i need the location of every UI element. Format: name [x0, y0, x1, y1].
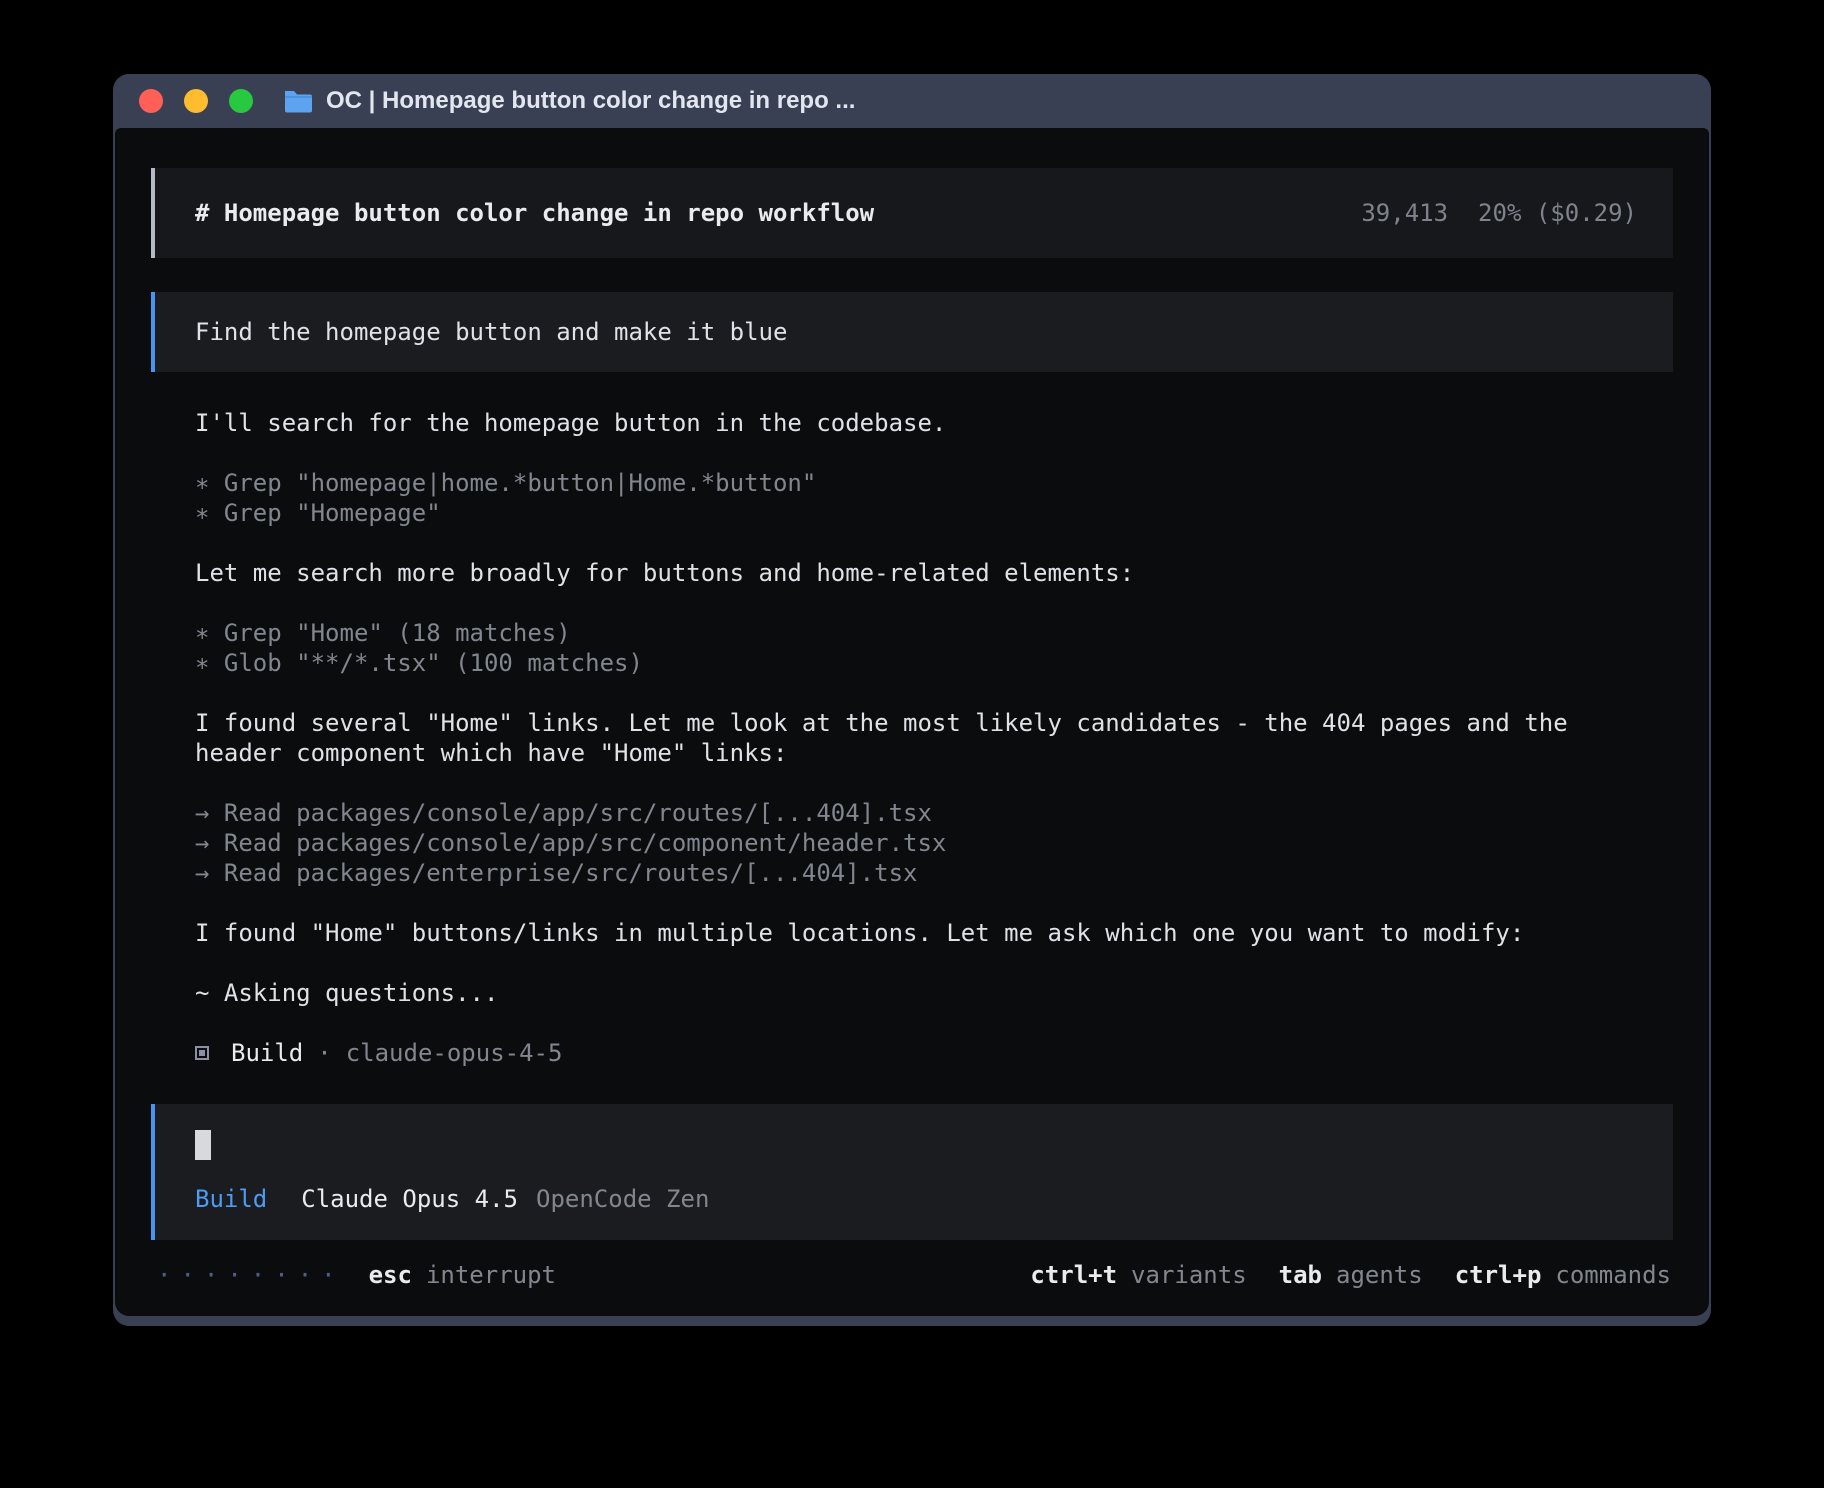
assistant-text: Let me search more broadly for buttons a… [195, 558, 1673, 588]
shortcut-label-commands: commands [1555, 1260, 1671, 1290]
shortcut-key-tab: tab [1279, 1260, 1322, 1290]
prompt-input[interactable]: Build Claude Opus 4.5 OpenCode Zen [151, 1104, 1673, 1240]
session-title: # Homepage button color change in repo w… [195, 198, 874, 228]
agent-status-line: Build · claude-opus-4-5 [195, 1038, 1673, 1068]
tool-call-group: → Read packages/console/app/src/routes/[… [195, 798, 1673, 888]
shortcut-agents: tab agents [1279, 1260, 1423, 1290]
shortcut-key-esc: esc [369, 1260, 412, 1290]
assistant-text: I'll search for the homepage button in t… [195, 408, 1673, 438]
window-title: OC | Homepage button color change in rep… [326, 87, 855, 115]
tool-call-read: → Read packages/console/app/src/componen… [195, 828, 1673, 858]
provider-label: OpenCode Zen [536, 1184, 709, 1214]
session-stats: 39,413 20% ($0.29) [1361, 198, 1637, 228]
tool-call-grep: ∗ Grep "Homepage" [195, 498, 1673, 528]
statusbar-shortcuts: ctrl+t variants tab agents ctrl+p comman… [998, 1260, 1671, 1290]
tool-call-read: → Read packages/enterprise/src/routes/[.… [195, 858, 1673, 888]
agent-model: claude-opus-4-5 [346, 1038, 563, 1068]
titlebar[interactable]: OC | Homepage button color change in rep… [113, 74, 1711, 128]
input-cursor-line [195, 1130, 1633, 1160]
assistant-text-line: header component which have "Home" links… [195, 738, 1673, 768]
mode-label[interactable]: Build [195, 1184, 267, 1214]
text-cursor [195, 1130, 211, 1160]
context-usage: 20% ($0.29) [1478, 198, 1637, 228]
shortcut-variants: ctrl+t variants [1030, 1260, 1246, 1290]
shortcut-label-variants: variants [1131, 1260, 1247, 1290]
token-count: 39,413 [1361, 198, 1448, 228]
user-message-text: Find the homepage button and make it blu… [195, 317, 787, 347]
shortcut-label-agents: agents [1336, 1260, 1423, 1290]
agent-icon [195, 1046, 209, 1060]
model-label[interactable]: Claude Opus 4.5 [301, 1184, 518, 1214]
tool-call-glob: ∗ Glob "**/*.tsx" (100 matches) [195, 648, 1673, 678]
tool-call-grep: ∗ Grep "homepage|home.*button|Home.*butt… [195, 468, 1673, 498]
input-modeline: Build Claude Opus 4.5 OpenCode Zen [195, 1184, 1633, 1214]
tool-call-read: → Read packages/console/app/src/routes/[… [195, 798, 1673, 828]
user-message: Find the homepage button and make it blu… [151, 292, 1673, 372]
assistant-text: I found several "Home" links. Let me loo… [195, 708, 1673, 768]
assistant-text-line: I found several "Home" links. Let me loo… [195, 708, 1673, 738]
tool-call-grep: ∗ Grep "Home" (18 matches) [195, 618, 1673, 648]
session-header: # Homepage button color change in repo w… [151, 168, 1673, 258]
progress-dots: ········ [157, 1260, 345, 1290]
spacer [151, 1068, 1673, 1070]
window-controls [139, 89, 253, 113]
terminal-window: OC | Homepage button color change in rep… [113, 74, 1711, 1326]
close-button[interactable] [139, 89, 163, 113]
minimize-button[interactable] [184, 89, 208, 113]
shortcut-label-interrupt: interrupt [426, 1260, 556, 1290]
agent-name: Build [231, 1038, 303, 1068]
agent-separator: · [317, 1038, 331, 1068]
shortcut-key-ctrl-p: ctrl+p [1455, 1260, 1542, 1290]
tool-call-group: ∗ Grep "homepage|home.*button|Home.*butt… [195, 468, 1673, 528]
shortcut-key-ctrl-t: ctrl+t [1030, 1260, 1117, 1290]
folder-icon [283, 89, 313, 113]
assistant-transcript: I'll search for the homepage button in t… [151, 372, 1673, 1068]
assistant-text: I found "Home" buttons/links in multiple… [195, 918, 1673, 948]
statusbar: ········ esc interrupt ctrl+t variants t… [151, 1260, 1673, 1316]
asking-questions-status: ~ Asking questions... [195, 978, 1673, 1008]
tool-call-group: ∗ Grep "Home" (18 matches) ∗ Glob "**/*.… [195, 618, 1673, 678]
terminal-content: # Homepage button color change in repo w… [115, 128, 1709, 1316]
shortcut-commands: ctrl+p commands [1455, 1260, 1671, 1290]
zoom-button[interactable] [229, 89, 253, 113]
